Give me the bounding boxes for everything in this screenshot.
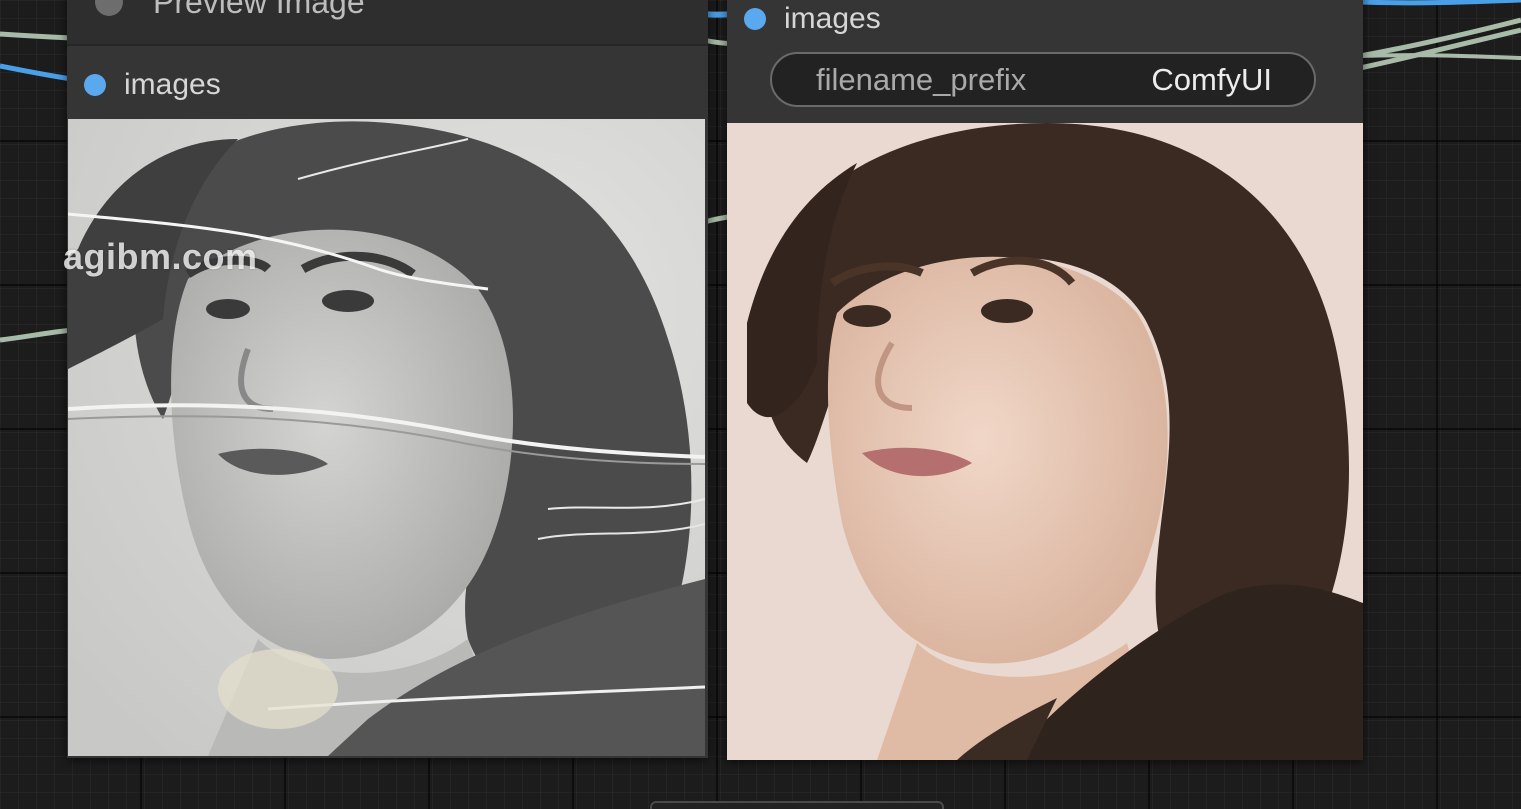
preview-input-label: images (124, 68, 221, 101)
filename-prefix-widget[interactable]: filename_prefix ComfyUI (770, 52, 1316, 107)
input-slot-dot-icon[interactable] (84, 74, 106, 96)
node-graph-canvas[interactable]: Preview Image images images filename_pre… (0, 0, 1521, 809)
preview-image-node[interactable]: Preview Image images (67, 0, 708, 758)
watermark-text: agibm.com (63, 236, 258, 277)
link-green-top-left (0, 31, 73, 41)
preview-node-title: Preview Image (153, 0, 365, 20)
save-input-label: images (784, 2, 881, 35)
save-input-slot[interactable]: images (744, 0, 881, 38)
input-slot-dot-icon[interactable] (744, 8, 766, 30)
link-green-right-3 (1359, 53, 1521, 60)
save-image-output (727, 123, 1363, 760)
bottom-panel-edge[interactable] (650, 801, 944, 809)
preview-image-output (68, 119, 705, 756)
preview-input-slot[interactable]: images (84, 66, 221, 104)
link-green-mid-left (0, 327, 73, 343)
node-collapse-dot-icon[interactable] (95, 0, 123, 16)
bw-portrait-photo (68, 119, 705, 756)
color-portrait-photo (727, 123, 1363, 760)
preview-node-title-bar[interactable]: Preview Image (67, 0, 708, 46)
link-blue-top-right (1359, 0, 1521, 6)
filename-prefix-label: filename_prefix (816, 62, 1027, 97)
filename-prefix-value[interactable]: ComfyUI (1151, 54, 1272, 105)
save-image-node[interactable]: images filename_prefix ComfyUI (727, 0, 1363, 760)
